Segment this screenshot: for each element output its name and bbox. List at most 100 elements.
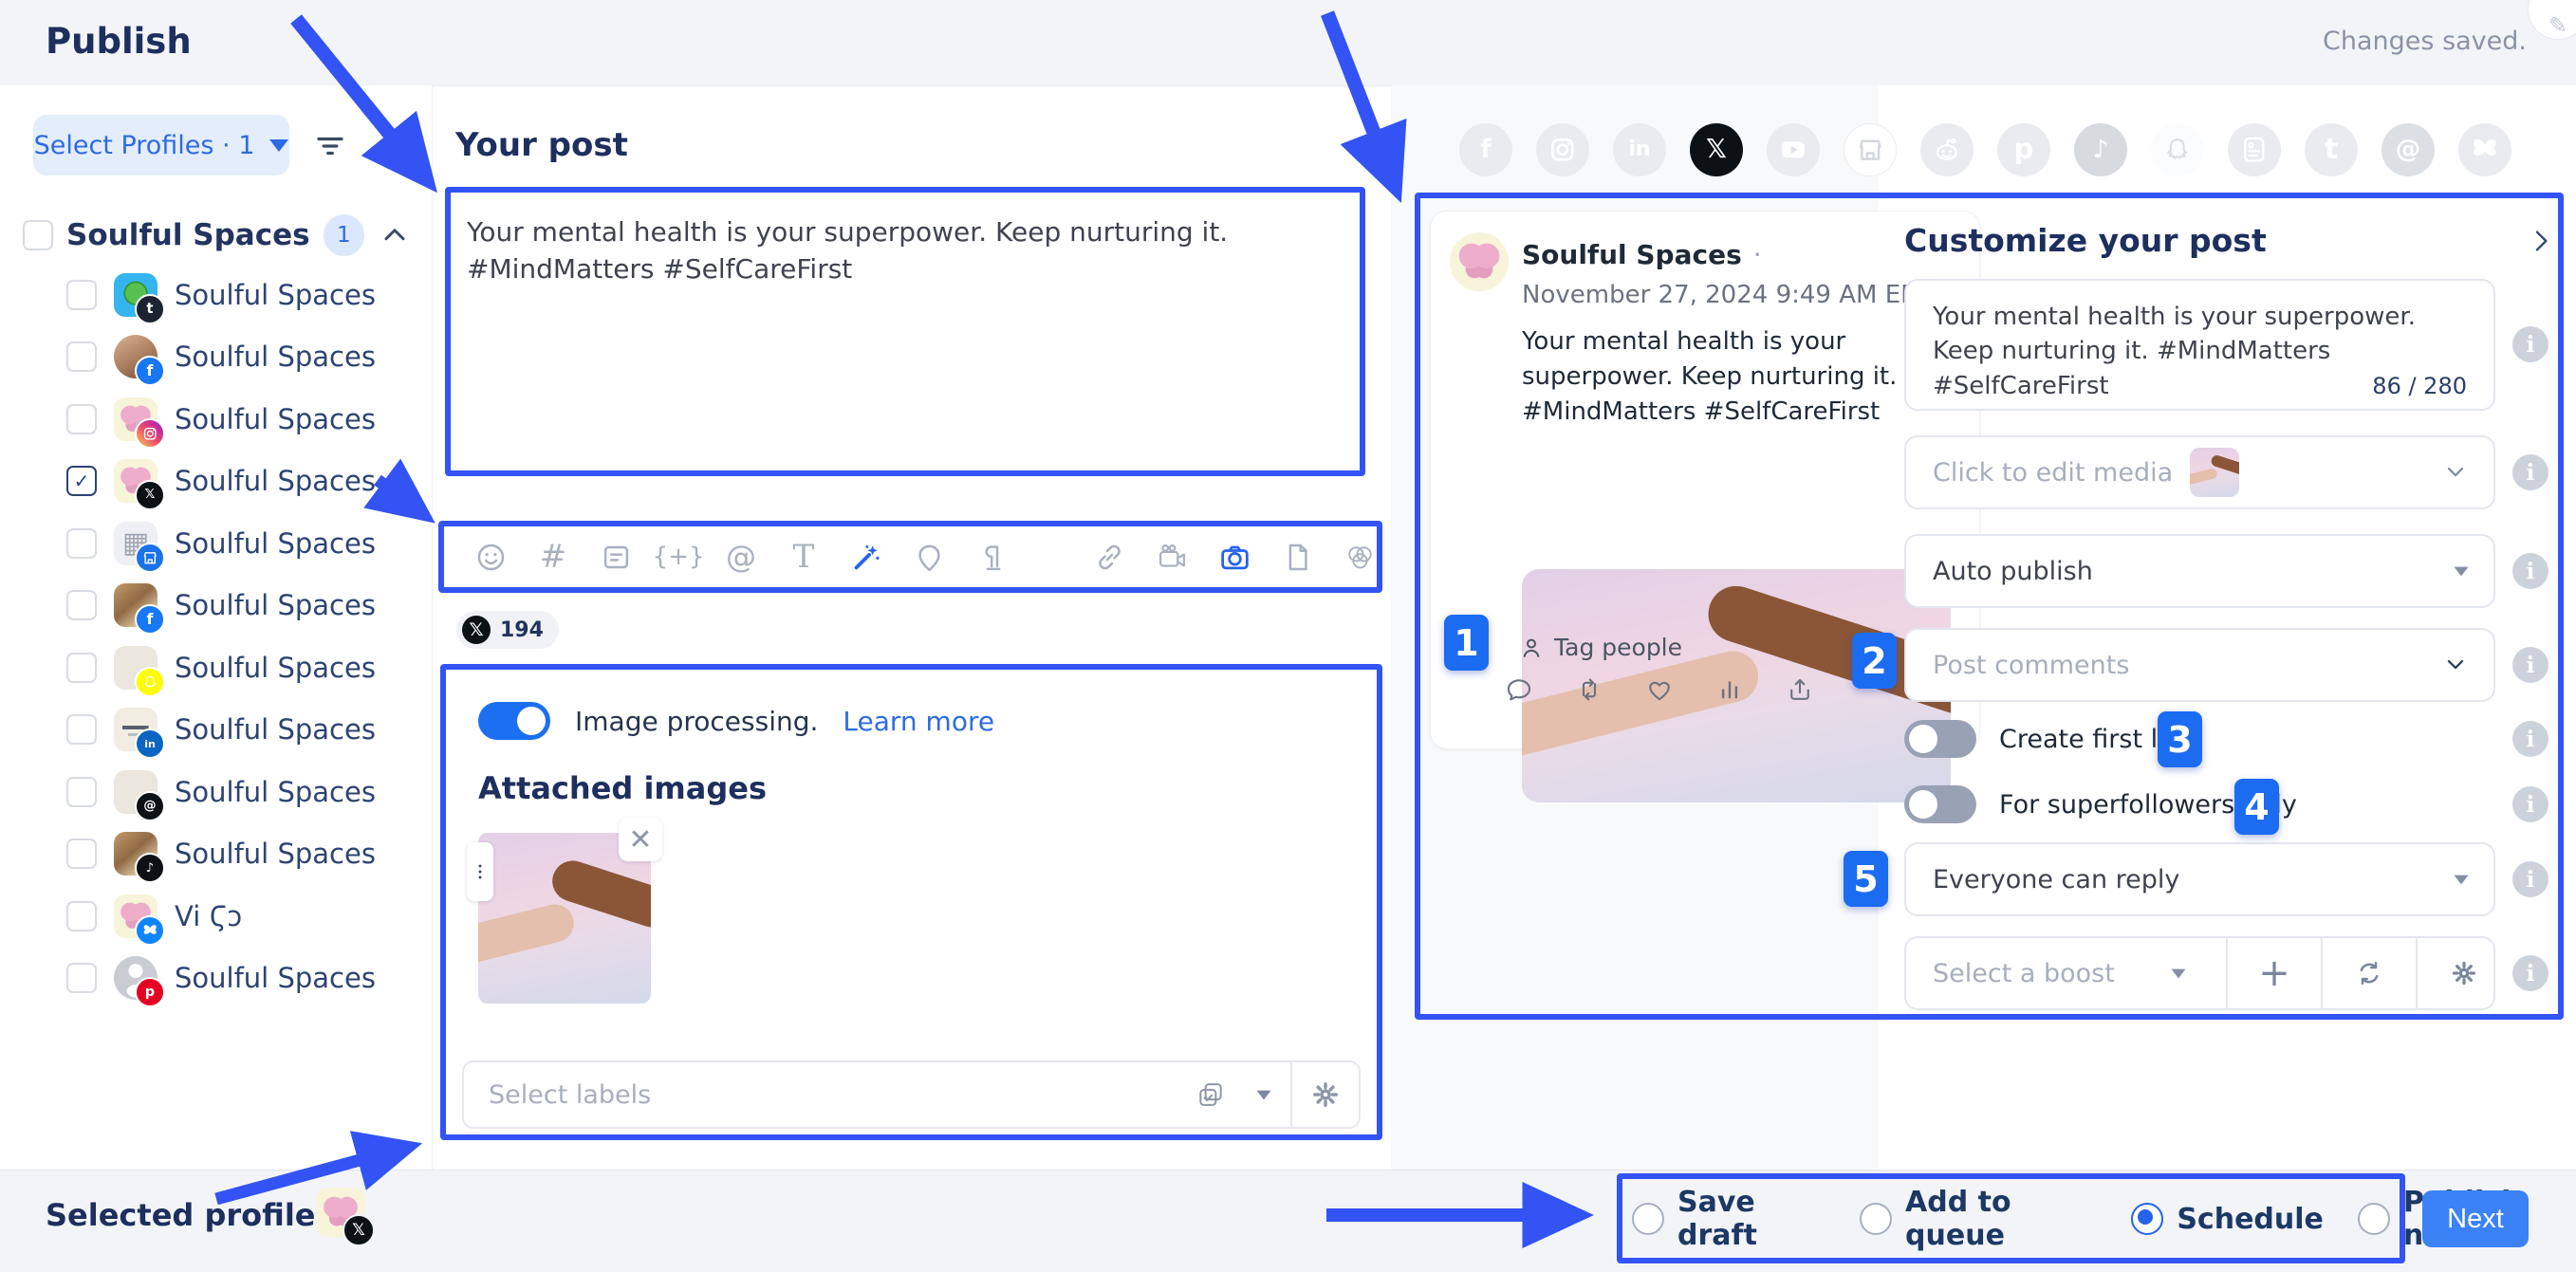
profile-row[interactable]: Soulful Spaces: [0, 636, 432, 699]
profile-checkbox[interactable]: [66, 341, 97, 372]
mastodon-icon[interactable]: [2228, 123, 2281, 176]
profile-row[interactable]: p Soulful Spaces: [0, 948, 432, 1010]
snapchat-icon[interactable]: [2151, 123, 2204, 176]
share-icon[interactable]: [1786, 675, 1814, 704]
image-processing-toggle[interactable]: [478, 702, 550, 740]
profile-row[interactable]: f Soulful Spaces: [0, 575, 432, 637]
boost-settings-gear-icon[interactable]: [2435, 938, 2493, 1008]
location-pin-icon[interactable]: [911, 539, 947, 575]
linkedin-icon[interactable]: in: [1613, 123, 1666, 176]
customize-text-field[interactable]: Your mental health is your superpower. K…: [1904, 279, 2495, 411]
retweet-icon[interactable]: [1575, 675, 1603, 704]
radio-button[interactable]: [1632, 1203, 1664, 1235]
mention-icon[interactable]: @: [723, 539, 759, 575]
google-business-icon[interactable]: [1844, 123, 1897, 176]
info-icon[interactable]: i: [2512, 721, 2548, 757]
link-icon[interactable]: [1091, 539, 1127, 575]
profile-row[interactable]: Soulful Spaces: [0, 388, 432, 451]
add-boost-button[interactable]: +: [2245, 938, 2304, 1008]
create-first-like-toggle[interactable]: [1904, 720, 1976, 758]
collapse-sidebar-icon[interactable]: ‹: [372, 121, 414, 163]
radio-button[interactable]: [2358, 1203, 2390, 1235]
tag-people-button[interactable]: Tag people: [1518, 634, 1682, 661]
instagram-icon[interactable]: [1536, 123, 1589, 176]
image-menu-handle[interactable]: [467, 842, 493, 901]
profile-row[interactable]: in Soulful Spaces: [0, 699, 432, 762]
profile-checkbox[interactable]: [66, 590, 97, 620]
bluesky-icon[interactable]: [2458, 123, 2511, 176]
learn-more-link[interactable]: Learn more: [843, 706, 994, 737]
video-icon[interactable]: [1154, 539, 1190, 575]
option-add-to-queue[interactable]: Add to queue: [1860, 1186, 2097, 1252]
threads-icon[interactable]: @: [2381, 123, 2435, 176]
tumblr-icon[interactable]: t: [2305, 123, 2358, 176]
info-icon[interactable]: i: [2512, 647, 2548, 683]
labels-copy-icon[interactable]: [1184, 1076, 1237, 1114]
profile-checkbox[interactable]: [66, 714, 97, 745]
youtube-icon[interactable]: [1767, 123, 1820, 176]
ai-wand-icon[interactable]: [848, 539, 884, 575]
profile-row[interactable]: t Soulful Spaces: [0, 264, 432, 326]
profile-checkbox[interactable]: [66, 839, 97, 869]
emoji-icon[interactable]: [473, 539, 509, 575]
profile-row[interactable]: Soulful Spaces: [0, 512, 432, 575]
profile-row[interactable]: f Soulful Spaces: [0, 326, 432, 389]
profile-group-header[interactable]: Soulful Spaces 1: [23, 211, 412, 260]
profile-checkbox[interactable]: [66, 901, 97, 931]
comment-icon[interactable]: [1505, 675, 1533, 704]
media-thumbnail[interactable]: [2190, 448, 2239, 497]
labels-settings-gear-icon[interactable]: [1292, 1076, 1359, 1114]
info-icon[interactable]: i: [2512, 786, 2548, 822]
profile-row[interactable]: 𝕏 Soulful Spaces: [0, 451, 432, 513]
camera-icon[interactable]: [1216, 539, 1252, 575]
signature-icon[interactable]: [973, 539, 1010, 575]
option-schedule[interactable]: Schedule: [2131, 1203, 2324, 1236]
like-icon[interactable]: [1645, 675, 1674, 704]
info-icon[interactable]: i: [2512, 955, 2548, 991]
labels-field[interactable]: Select labels: [462, 1060, 1361, 1129]
profile-checkbox[interactable]: [66, 528, 97, 559]
tiktok-icon[interactable]: ♪: [2074, 123, 2127, 176]
pinterest-icon[interactable]: p: [1997, 123, 2050, 176]
media-library-icon[interactable]: [1342, 539, 1378, 575]
collapse-customize-icon[interactable]: [2526, 226, 2560, 260]
hashtag-icon[interactable]: #: [535, 539, 571, 575]
selected-profile-avatar[interactable]: 𝕏: [316, 1188, 365, 1237]
remove-image-button[interactable]: ✕: [619, 818, 662, 861]
profile-row[interactable]: Vi Ϛɔ: [0, 885, 432, 948]
profile-row[interactable]: ♪ Soulful Spaces: [0, 823, 432, 886]
stats-icon[interactable]: [1715, 675, 1744, 704]
radio-button[interactable]: [2131, 1203, 2163, 1235]
post-comments-field[interactable]: Post comments: [1904, 628, 2495, 702]
info-icon[interactable]: i: [2512, 553, 2548, 589]
poll-icon[interactable]: [598, 539, 634, 575]
boost-field[interactable]: Select a boost +: [1904, 936, 2495, 1010]
post-textarea[interactable]: Your mental health is your superpower. K…: [467, 213, 1340, 287]
info-icon[interactable]: i: [2512, 861, 2548, 897]
edit-media-field[interactable]: Click to edit media: [1904, 435, 2495, 509]
option-save-draft[interactable]: Save draft: [1632, 1186, 1825, 1252]
radio-button[interactable]: [1860, 1203, 1892, 1235]
variables-icon[interactable]: {+}: [660, 539, 696, 575]
info-icon[interactable]: i: [2512, 454, 2548, 490]
profile-checkbox[interactable]: [66, 653, 97, 683]
profile-checkbox[interactable]: [66, 963, 97, 993]
reddit-icon[interactable]: [1920, 123, 1974, 176]
profile-row[interactable]: @ Soulful Spaces: [0, 761, 432, 823]
info-icon[interactable]: i: [2512, 326, 2548, 362]
facebook-icon[interactable]: f: [1459, 123, 1512, 176]
refresh-boost-icon[interactable]: [2340, 938, 2399, 1008]
chevron-up-icon[interactable]: [378, 218, 412, 252]
profile-checkbox[interactable]: [66, 466, 97, 496]
profile-checkbox[interactable]: [66, 280, 97, 310]
labels-dropdown-caret[interactable]: [1237, 1076, 1290, 1114]
text-format-icon[interactable]: T: [786, 539, 822, 575]
next-button[interactable]: Next: [2422, 1190, 2529, 1247]
profile-checkbox[interactable]: [66, 777, 97, 807]
superfollowers-toggle[interactable]: [1904, 785, 1976, 823]
reply-setting-dropdown[interactable]: Everyone can reply: [1904, 842, 2495, 916]
select-profiles-dropdown[interactable]: Select Profiles · 1: [33, 115, 289, 175]
x-icon[interactable]: 𝕏: [1690, 123, 1743, 176]
group-checkbox[interactable]: [23, 220, 53, 250]
auto-publish-dropdown[interactable]: Auto publish: [1904, 534, 2495, 608]
